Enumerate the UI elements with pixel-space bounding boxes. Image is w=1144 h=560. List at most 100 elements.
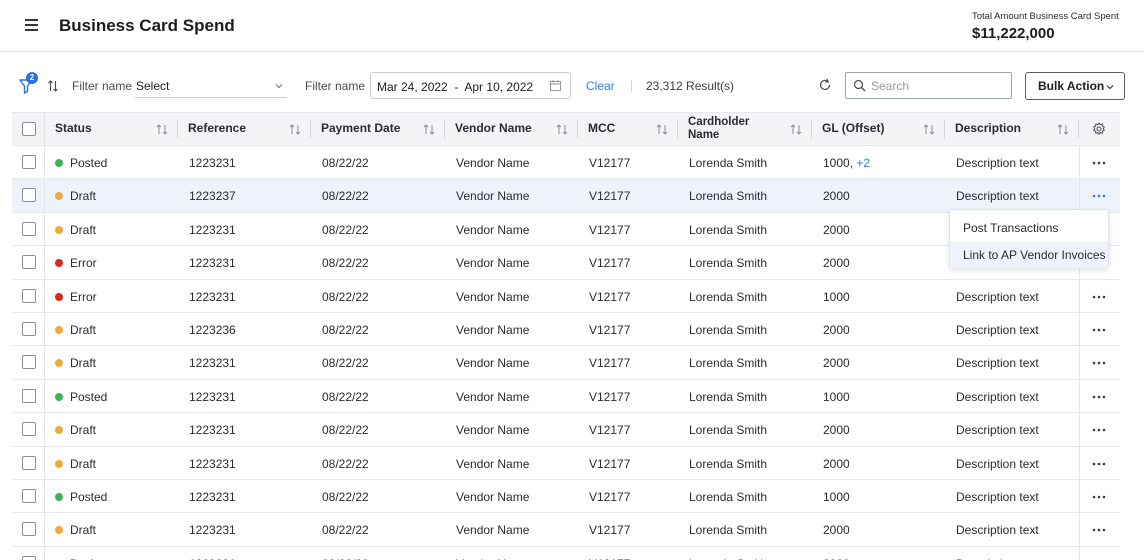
column-header-gl-offset[interactable]: GL (Offset) [812,113,945,145]
column-header-cardholder-name[interactable]: Cardholder Name [678,113,812,145]
table-row[interactable]: Draft122323108/22/22Vendor NameV12177Lor… [12,446,1120,480]
cardholder-cell: Lorenda Smith [689,356,768,371]
sort-icon[interactable] [156,124,168,135]
row-checkbox[interactable] [22,155,36,169]
row-select-cell [12,212,45,246]
gl-offset-value: 2000 [823,189,850,204]
sort-icon[interactable] [656,124,668,135]
cardholder-cell: Lorenda Smith [689,156,768,170]
row-checkbox[interactable] [22,488,36,503]
filter1-select[interactable]: Select [135,72,287,98]
status-dot-icon [55,526,63,535]
status-label: Draft [70,189,97,204]
more-options-icon[interactable] [1092,395,1106,399]
sort-toggle-icon[interactable] [47,79,59,93]
mcc-cell: V12177 [589,523,631,538]
sort-icon[interactable] [790,124,802,135]
row-checkbox[interactable] [22,355,36,370]
table-row[interactable]: Draft 1223236 08/22/22 Vendor Name V12177 Lor… [12,312,1120,347]
results-count: 23,312 Result(s) [646,79,735,93]
more-options-icon[interactable] [1092,194,1106,198]
date-range-picker[interactable]: Mar 24, 2022 - Apr 10, 2022 [370,72,571,99]
more-options-icon[interactable] [1092,295,1106,299]
column-header-mcc[interactable]: MCC [578,113,678,145]
description-cell: Description text [956,322,1039,337]
select-all-checkbox[interactable] [22,122,36,136]
column-header-label: Payment Date [321,121,401,135]
gl-offset-cell: 2000 [823,189,850,203]
gl-offset-value: 2000 [823,423,850,438]
calendar-icon[interactable] [550,80,561,91]
gear-icon[interactable] [1092,122,1106,136]
more-options-icon[interactable] [1092,328,1106,332]
vendor-cell: Vendor Name [456,322,530,337]
description-cell: Description text [956,189,1039,204]
gl-offset-cell: 1000 [823,390,850,404]
column-header-reference[interactable]: Reference [178,113,311,145]
row-checkbox[interactable] [22,522,36,537]
table-row[interactable]: Posted 1223231 08/22/22 Vendor Name V12177 Lo… [12,146,1120,180]
sort-icon[interactable] [423,124,435,135]
more-options-icon[interactable] [1092,462,1106,466]
cardholder-header-line1: Cardholder [688,116,750,128]
row-checkbox[interactable] [22,188,36,203]
clear-filters-link[interactable]: Clear [586,79,615,93]
search-box[interactable] [845,72,1012,99]
bulk-action-button[interactable]: Bulk Action [1025,72,1125,100]
more-options-icon[interactable] [1092,161,1106,165]
row-checkbox[interactable] [22,255,36,270]
status-cell: Error [55,256,97,270]
sort-icon[interactable] [1057,124,1069,135]
gl-offset-more-link[interactable]: +2 [856,156,870,170]
sort-icon[interactable] [289,124,301,135]
gl-offset-value: 2000 [823,523,850,538]
sort-icon[interactable] [556,124,568,135]
refresh-icon[interactable] [818,78,832,92]
more-options-icon[interactable] [1092,428,1106,432]
cardholder-cell: Lorenda Smith [689,389,768,404]
reference-cell: 1223231 [189,356,236,371]
table-row[interactable]: Error 1223231 08/22/22 Vendor Name V12177 Lor… [12,279,1120,313]
row-checkbox[interactable] [22,321,36,336]
table-row[interactable]: Draft122323108/22/22Vendor NameV12177Lor… [12,346,1120,380]
more-options-icon[interactable] [1092,495,1106,499]
table-row[interactable]: Posted 1223231 08/22/22 Vendor Name V12177 Lo… [12,479,1120,514]
row-select-cell [12,379,45,413]
row-checkbox[interactable] [22,422,36,437]
gl-offset-cell: 1000 [823,490,850,504]
row-checkbox[interactable] [22,221,36,236]
column-header-status[interactable]: Status [45,113,178,145]
filter-count-badge: 2 [26,72,38,84]
search-input[interactable] [871,76,1007,95]
column-header-payment-date[interactable]: Payment Date [311,113,445,145]
mcc-cell: V12177 [589,356,631,371]
table-row[interactable]: Draft122323108/22/22Vendor NameV12177Lor… [12,413,1120,447]
mcc-cell: V12177 [589,189,631,204]
column-header-label: Status [55,121,92,135]
table-row[interactable]: Draft 1223237 08/22/22 Vendor Name V12177 Lor… [12,179,1120,213]
more-options-icon[interactable] [1092,528,1106,532]
menu-item-link-ap-vendor-invoices[interactable]: Link to AP Vendor Invoices [950,242,1108,268]
gl-offset-value: 1000 [823,289,850,304]
column-header-description[interactable]: Description [945,113,1079,145]
table-row[interactable]: Posted 1223231 08/22/22 Vendor Name V12177 Lo… [12,379,1120,414]
status-cell: Draft [55,423,96,437]
more-options-icon[interactable] [1092,361,1106,365]
table-row[interactable]: Draft122323108/22/22Vendor NameV12177Lor… [12,546,1120,560]
hamburger-menu-icon[interactable] [25,19,38,31]
reference-cell: 1223231 [189,389,236,404]
mcc-cell: V12177 [589,156,631,170]
cardholder-cell: Lorenda Smith [689,222,768,237]
sort-icon[interactable] [923,124,935,135]
row-checkbox[interactable] [22,388,36,403]
column-header-vendor-name[interactable]: Vendor Name [445,113,578,145]
row-checkbox[interactable] [22,455,36,470]
menu-item-post-transactions[interactable]: Post Transactions [950,215,1108,241]
bulk-action-label: Bulk Action [1038,79,1105,93]
vendor-cell: Vendor Name [456,289,530,304]
date-cell: 08/22/22 [322,489,369,504]
status-cell: Posted [55,156,107,170]
row-checkbox[interactable] [22,288,36,303]
table-row[interactable]: Draft122323108/22/22Vendor NameV12177Lor… [12,513,1120,547]
row-checkbox[interactable] [22,555,36,560]
